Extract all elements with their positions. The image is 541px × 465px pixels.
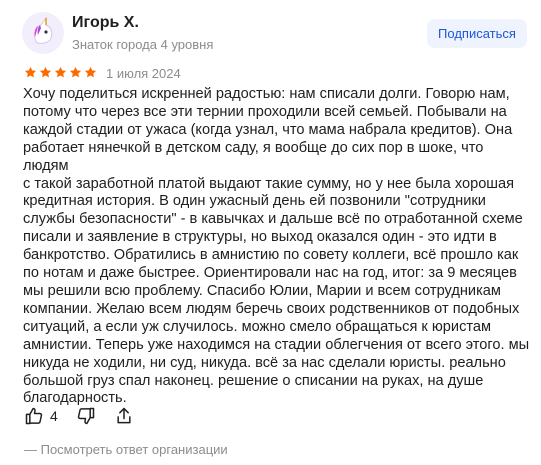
like-count: 4 <box>50 408 58 424</box>
star-icon <box>39 66 52 78</box>
unicorn-avatar-icon <box>34 16 53 44</box>
star-icon <box>54 66 67 78</box>
dislike-button[interactable] <box>76 406 96 426</box>
share-button[interactable] <box>114 406 134 426</box>
author-name[interactable]: Игорь Х. <box>72 14 139 32</box>
share-icon <box>117 407 131 424</box>
rating-stars <box>24 66 97 79</box>
avatar[interactable] <box>22 12 64 54</box>
review-date: 1 июля 2024 <box>106 66 181 81</box>
review-actions: 4 <box>24 406 134 426</box>
like-button[interactable]: 4 <box>24 406 58 426</box>
star-icon <box>24 66 37 78</box>
author-level: Знаток города 4 уровня <box>72 37 214 52</box>
star-icon <box>69 66 82 78</box>
thumbs-up-icon <box>25 407 43 425</box>
thumbs-down-icon <box>77 407 95 425</box>
star-icon <box>84 66 97 78</box>
review-text: Хочу поделиться искренней радостью: нам … <box>23 86 530 407</box>
view-organization-reply-link[interactable]: — Посмотреть ответ организации <box>24 442 228 457</box>
subscribe-button[interactable]: Подписаться <box>427 19 527 48</box>
